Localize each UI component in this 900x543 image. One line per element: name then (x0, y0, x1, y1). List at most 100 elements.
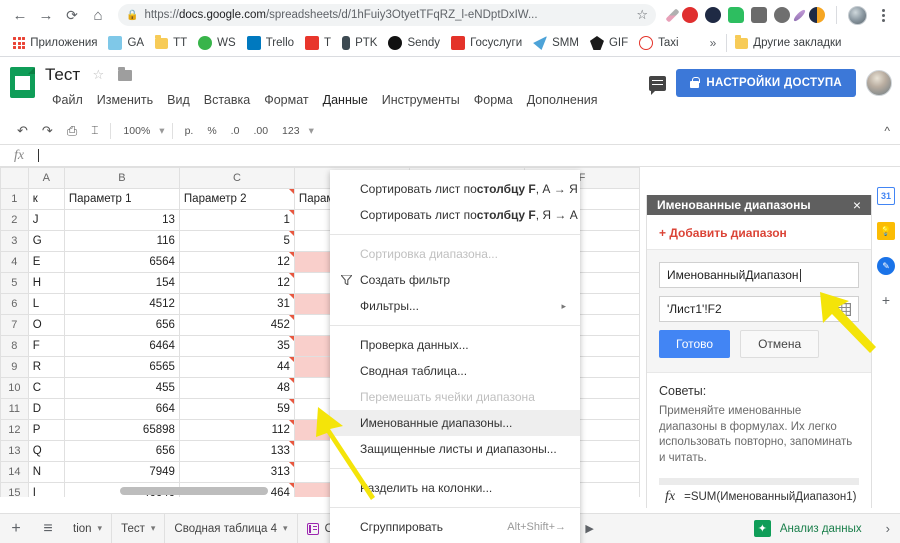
bookmark-tt[interactable]: TT (151, 35, 194, 51)
cell-A8[interactable]: F (28, 336, 64, 357)
avatar[interactable] (866, 70, 892, 96)
row-header[interactable]: 2 (1, 210, 29, 231)
menu-item-1[interactable]: Сортировать лист по столбцу F, Я → А (330, 202, 580, 228)
menu-item-5[interactable]: Фильтры...▸ (330, 293, 580, 319)
cell-C10[interactable]: 48 (179, 378, 294, 399)
highlighter-ext-icon[interactable] (792, 8, 806, 22)
row-header[interactable]: 15 (1, 483, 29, 498)
chevron-down-icon[interactable]: ▾ (151, 523, 156, 534)
cell-B10[interactable]: 455 (64, 378, 179, 399)
browser-menu-icon[interactable] (874, 9, 892, 22)
zoom-select[interactable]: 100% (116, 121, 157, 141)
menu-form[interactable]: Форма (467, 90, 520, 110)
row-header[interactable]: 8 (1, 336, 29, 357)
number-format-caret-icon[interactable]: ▾ (307, 121, 316, 141)
pen-ext-icon[interactable] (665, 8, 679, 22)
col-header-A[interactable]: A (28, 168, 64, 189)
bookmark-gif[interactable]: GIF (586, 34, 635, 52)
done-button[interactable]: Готово (659, 330, 730, 358)
bookmark-sendy[interactable]: Sendy (384, 34, 447, 52)
dark-circle-ext-icon[interactable] (705, 7, 721, 23)
menu-view[interactable]: Вид (160, 90, 197, 110)
row-header[interactable]: 11 (1, 399, 29, 420)
bookmarks-overflow-icon[interactable]: » (704, 36, 723, 50)
forward-icon[interactable]: → (34, 3, 58, 27)
row-header[interactable]: 3 (1, 231, 29, 252)
chevron-down-icon[interactable]: ▾ (98, 523, 103, 534)
range-reference-input[interactable]: 'Лист1'!F2 (659, 296, 859, 322)
cell-A10[interactable]: C (28, 378, 64, 399)
increase-decimal-button[interactable]: .00 (246, 121, 275, 141)
camera-ext-icon[interactable] (751, 7, 767, 23)
add-sheet-button[interactable]: + (0, 514, 32, 543)
cell-B14[interactable]: 7949 (64, 462, 179, 483)
menu-item-4[interactable]: Создать фильтр (330, 267, 580, 293)
cell-C13[interactable]: 133 (179, 441, 294, 462)
menu-data[interactable]: Данные (316, 90, 375, 110)
cell-B11[interactable]: 664 (64, 399, 179, 420)
cell-B1[interactable]: Параметр 1 (64, 189, 179, 210)
sheet-tab-сводная-таблица-4[interactable]: Сводная таблица 4▾ (165, 514, 297, 543)
cell-C2[interactable]: 1 (179, 210, 294, 231)
formula-bar[interactable]: fx (0, 145, 900, 167)
menu-item-15[interactable]: СгруппироватьAlt+Shift+→ (330, 514, 580, 540)
cell-A1[interactable]: к (28, 189, 64, 210)
cell-A2[interactable]: J (28, 210, 64, 231)
profile-avatar-icon[interactable] (848, 6, 867, 25)
evernote-ext-icon[interactable] (728, 7, 744, 23)
row-header[interactable]: 14 (1, 462, 29, 483)
cell-B5[interactable]: 154 (64, 273, 179, 294)
row-header[interactable]: 6 (1, 294, 29, 315)
bookmark-apps[interactable]: Приложения (9, 35, 104, 51)
page-title[interactable]: Тест (45, 65, 80, 85)
cell-C11[interactable]: 59 (179, 399, 294, 420)
all-sheets-button[interactable]: ≡ (32, 514, 64, 543)
google-calendar-icon[interactable]: 31 (877, 187, 895, 205)
currency-format-button[interactable]: р. (178, 121, 201, 141)
cell-C4[interactable]: 12 (179, 252, 294, 273)
col-header-C[interactable]: C (179, 168, 294, 189)
cell-A5[interactable]: H (28, 273, 64, 294)
menu-item-0[interactable]: Сортировать лист по столбцу F, А → Я (330, 176, 580, 202)
add-addon-icon[interactable]: + (882, 292, 890, 308)
print-button[interactable]: ⎙ (60, 121, 84, 141)
row-header[interactable]: 1 (1, 189, 29, 210)
next-sheet-icon[interactable]: ▶ (585, 522, 593, 535)
bookmark-ws[interactable]: WS (194, 34, 243, 52)
data-menu-dropdown[interactable]: Сортировать лист по столбцу F, А → ЯСорт… (330, 170, 580, 543)
cell-C14[interactable]: 313 (179, 462, 294, 483)
expand-icon[interactable]: › (876, 514, 900, 543)
address-bar[interactable]: 🔒 https://docs.google.com/spreadsheets/d… (118, 4, 656, 26)
menu-insert[interactable]: Вставка (197, 90, 257, 110)
row-header[interactable]: 4 (1, 252, 29, 273)
cell-A3[interactable]: G (28, 231, 64, 252)
cell-C3[interactable]: 5 (179, 231, 294, 252)
menu-item-7[interactable]: Проверка данных... (330, 332, 580, 358)
cell-B7[interactable]: 656 (64, 315, 179, 336)
range-name-input[interactable]: ИменованныйДиапазон (659, 262, 859, 288)
corner-cell[interactable] (1, 168, 29, 189)
bookmark-t[interactable]: T (301, 34, 338, 52)
add-range-link[interactable]: + Добавить диапазон (647, 215, 871, 249)
cell-A6[interactable]: L (28, 294, 64, 315)
row-header[interactable]: 13 (1, 441, 29, 462)
sheet-tab-tion[interactable]: tion▾ (64, 514, 112, 543)
google-tasks-icon[interactable]: ✎ (877, 257, 895, 275)
menu-file[interactable]: Файл (45, 90, 90, 110)
cell-A13[interactable]: Q (28, 441, 64, 462)
cell-C7[interactable]: 452 (179, 315, 294, 336)
star-icon[interactable]: ☆ (93, 67, 105, 83)
cell-C12[interactable]: 112 (179, 420, 294, 441)
home-icon[interactable]: ⌂ (86, 3, 110, 27)
bookmark-gosuslugi[interactable]: Госуслуги (447, 34, 529, 52)
cell-C9[interactable]: 44 (179, 357, 294, 378)
reload-icon[interactable]: ⟳ (60, 3, 84, 27)
menu-item-8[interactable]: Сводная таблица... (330, 358, 580, 384)
cancel-button[interactable]: Отмена (740, 330, 819, 358)
back-icon[interactable]: ← (8, 3, 32, 27)
bookmark-ptk[interactable]: PTK (338, 34, 384, 52)
menu-addons[interactable]: Дополнения (520, 90, 605, 110)
menu-item-10[interactable]: Именованные диапазоны... (330, 410, 580, 436)
decrease-decimal-button[interactable]: .0 (224, 121, 247, 141)
bookmark-star-icon[interactable]: ☆ (632, 7, 648, 23)
